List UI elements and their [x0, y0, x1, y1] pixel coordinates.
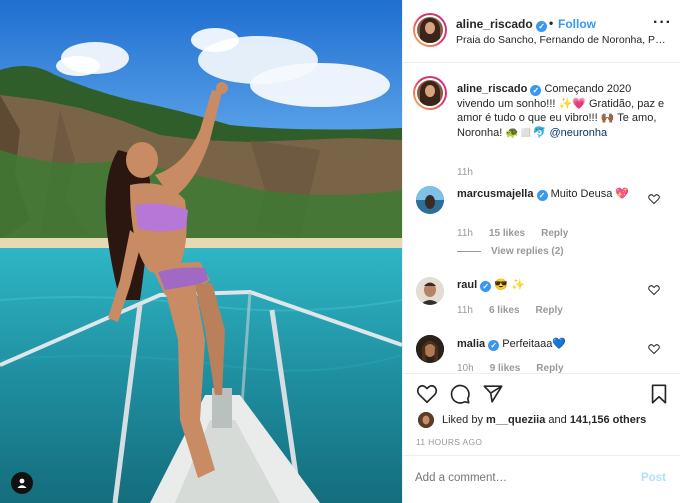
- likes-prefix: Liked by: [442, 414, 487, 426]
- commenter-avatar[interactable]: [416, 186, 444, 214]
- comment-body: raul ✓ 😎 ✨: [457, 278, 647, 293]
- comment-meta: 11h 6 likes Reply: [457, 305, 579, 316]
- post-header: aline_riscado ✓ • Follow Praia do Sancho…: [403, 0, 680, 63]
- verified-badge-icon: ✓: [536, 190, 548, 201]
- comment-text: Muito Deusa 💖: [550, 188, 630, 200]
- comment-meta: 11h 15 likes Reply: [457, 228, 584, 239]
- photo-illustration: [0, 0, 402, 503]
- commenter-avatar[interactable]: [416, 277, 444, 305]
- replies-divider: [457, 250, 481, 252]
- paper-plane-icon[interactable]: [482, 383, 504, 405]
- comment-author[interactable]: raul: [457, 279, 477, 291]
- author-avatar[interactable]: [413, 13, 447, 47]
- add-comment-input[interactable]: [415, 472, 615, 484]
- comment-bubble-icon[interactable]: [449, 383, 471, 405]
- likes-middle: and: [545, 414, 570, 426]
- likes-count[interactable]: 141,156 others: [570, 414, 646, 426]
- verified-badge-icon: ✓: [530, 85, 542, 96]
- heart-icon[interactable]: [416, 383, 438, 405]
- comment-reply-button[interactable]: Reply: [536, 305, 563, 316]
- comment-body: malia ✓ Perfeitaaa💙: [457, 337, 647, 352]
- view-replies-button[interactable]: View replies (2): [457, 246, 564, 257]
- caption-mention-link[interactable]: @neuronha: [549, 127, 607, 139]
- verified-badge-icon: ✓: [488, 340, 500, 351]
- comment-like-count[interactable]: 15 likes: [489, 228, 525, 239]
- post-comment-button[interactable]: Post: [641, 472, 666, 484]
- post-time-ago[interactable]: 11 HOURS AGO: [416, 437, 482, 447]
- add-comment-bar: Post: [403, 455, 680, 503]
- comment-text: Perfeitaaa💙: [502, 338, 567, 350]
- caption-timestamp[interactable]: 11h: [457, 167, 473, 178]
- comment-timestamp[interactable]: 11h: [457, 228, 473, 239]
- post-sidebar: aline_riscado ✓ • Follow Praia do Sancho…: [402, 0, 680, 503]
- comment-like-icon[interactable]: [648, 193, 660, 205]
- commenter-avatar[interactable]: [416, 335, 444, 363]
- comment-author[interactable]: marcusmajella: [457, 188, 533, 200]
- author-username-header[interactable]: aline_riscado ✓: [456, 17, 548, 32]
- verified-badge-icon: ✓: [536, 21, 548, 32]
- comment-author[interactable]: malia: [457, 338, 485, 350]
- comment-like-icon[interactable]: [648, 343, 660, 355]
- caption-author[interactable]: aline_riscado: [457, 83, 527, 95]
- comment-like-count[interactable]: 6 likes: [489, 305, 520, 316]
- post-caption: aline_riscado ✓ Começando 2020 vivendo u…: [457, 82, 669, 140]
- more-options-icon[interactable]: ···: [653, 15, 672, 31]
- comment-reply-button[interactable]: Reply: [541, 228, 568, 239]
- author-username-text[interactable]: aline_riscado: [456, 17, 533, 31]
- caption-author-avatar[interactable]: [413, 76, 447, 110]
- view-replies-label[interactable]: View replies (2): [491, 246, 564, 257]
- verified-badge-icon: ✓: [480, 281, 492, 292]
- comment-body: marcusmajella ✓ Muito Deusa 💖: [457, 187, 647, 202]
- liker-avatar[interactable]: [418, 412, 434, 428]
- comment-text: 😎 ✨: [494, 279, 525, 291]
- user-tag-icon[interactable]: [11, 472, 33, 494]
- liker-username[interactable]: m__queziia: [486, 414, 545, 426]
- separator-dot: •: [549, 16, 554, 30]
- comment-timestamp[interactable]: 11h: [457, 305, 473, 316]
- bookmark-icon[interactable]: [648, 383, 670, 405]
- follow-button[interactable]: Follow: [558, 17, 596, 31]
- location-link[interactable]: Praia do Sancho, Fernando de Noronha, Pe…: [456, 34, 668, 46]
- likes-text: Liked by m__queziia and 141,156 others: [442, 414, 646, 426]
- comment-like-icon[interactable]: [648, 284, 660, 296]
- post-photo[interactable]: [0, 0, 402, 503]
